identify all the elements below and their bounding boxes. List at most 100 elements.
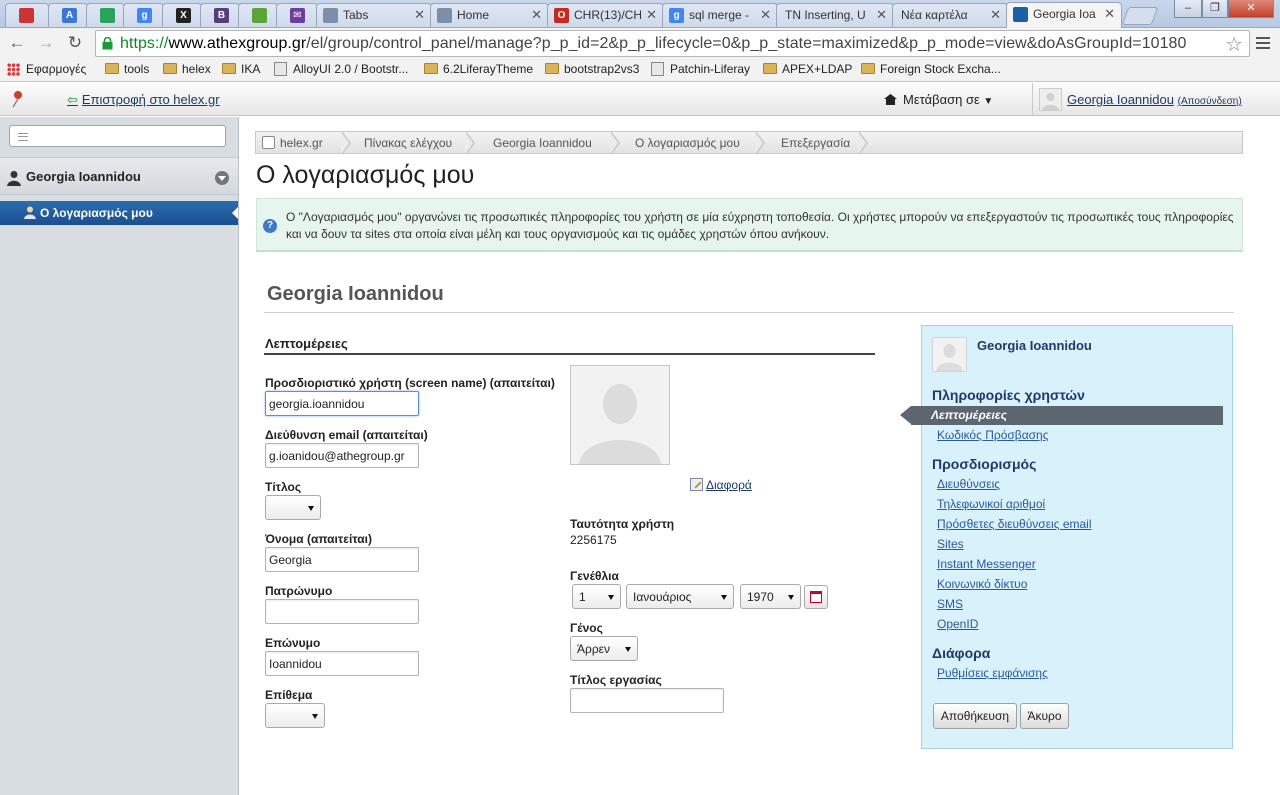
nav-search-input[interactable] [9,125,226,147]
identification-heading: Προσδιορισμός [932,456,1037,472]
divider [264,312,1234,313]
job-title-label: Τίτλος εργασίας [570,673,662,687]
browser-tab[interactable] [238,3,278,27]
minimize-icon[interactable]: – [1174,0,1202,18]
select-value: 1970 [747,590,774,604]
bookmark-item[interactable]: AlloyUI 2.0 / Bootstr... [274,62,408,76]
dockbar-divider [1032,83,1033,116]
bookmark-item[interactable]: Foreign Stock Excha... [861,62,1001,76]
nav-item-my-account[interactable]: Ο λογαριασμός μου [0,201,238,225]
browser-menu-icon[interactable] [1256,37,1270,49]
site-selector[interactable]: Georgia Ioannidou [0,157,238,195]
calendar-button[interactable] [804,585,828,609]
middle-name-field[interactable] [265,599,419,624]
caret-down-icon: ▼ [983,96,994,107]
gender-select[interactable]: Άρρεν [570,636,638,661]
folder-icon [424,63,438,74]
breadcrumb-item[interactable]: Georgia Ioannidou [493,136,592,150]
panel-link-addresses[interactable]: Διευθύνσεις [937,477,1000,491]
address-bar[interactable]: https://www.athexgroup.gr/el/group/contr… [95,30,1250,57]
browser-tab[interactable]: TN Inserting, U ✕ [776,3,894,27]
panel-link-details-active[interactable]: Λεπτομέρειες [911,406,1223,425]
bookmark-item[interactable]: tools [105,62,149,76]
back-to-site-link[interactable]: ⇦ Επιστροφή στο helex.gr [67,92,220,108]
browser-tab[interactable] [86,3,125,27]
panel-link-display-settings[interactable]: Ρυθμίσεις εμφάνισης [937,666,1048,680]
bookmark-item[interactable]: helex [163,62,211,76]
panel-link-password[interactable]: Κωδικός Πρόσβασης [937,428,1049,442]
user-portrait [570,365,670,465]
breadcrumb-item[interactable]: helex.gr [280,136,323,150]
panel-link-openid[interactable]: OpenID [937,617,978,631]
restore-icon[interactable]: ❐ [1202,0,1228,18]
change-portrait-link[interactable]: Διαφορά [690,478,752,492]
bookmark-label: tools [124,62,150,76]
save-button[interactable]: Αποθήκευση [933,703,1017,729]
browser-tab[interactable]: A [48,3,88,27]
title-select[interactable] [265,495,321,520]
panel-link-sites[interactable]: Sites [937,537,964,551]
sign-out-link[interactable]: (Αποσύνδεση) [1178,96,1242,107]
close-window-icon[interactable]: ✕ [1228,0,1274,18]
breadcrumb-item[interactable]: Ο λογαριασμός μου [635,136,740,150]
folder-icon [861,63,875,74]
user-avatar[interactable] [1039,88,1062,111]
forward-arrow-icon[interactable]: → [37,34,55,52]
browser-tab[interactable]: Georgia Ioa ✕ [1006,2,1122,28]
cancel-button[interactable]: Άκυρο [1020,703,1069,729]
last-name-field[interactable] [265,651,419,676]
browser-tab[interactable]: Νέα καρτέλα ✕ [892,3,1008,27]
user-menu[interactable]: Georgia Ioannidou (Αποσύνδεση) [1067,92,1242,107]
screen-name-field[interactable] [265,391,419,416]
tab-favicon-icon: g [137,8,152,23]
browser-tab[interactable]: g sql merge - ✕ [662,3,778,27]
close-tab-icon[interactable]: ✕ [876,7,887,23]
job-title-field[interactable] [570,688,724,713]
chevron-down-icon[interactable] [215,171,229,185]
go-to-menu[interactable]: Μετάβαση σε ▼ [884,92,993,107]
email-field[interactable] [265,443,419,468]
tab-title: TN Inserting, U [785,8,866,22]
birthday-year-select[interactable]: 1970 [740,584,801,609]
new-tab-button[interactable] [1121,7,1159,25]
panel-link-sms[interactable]: SMS [937,597,963,611]
suffix-select[interactable] [265,703,325,728]
close-tab-icon[interactable]: ✕ [1104,6,1115,22]
close-tab-icon[interactable]: ✕ [414,7,425,23]
bookmark-item[interactable]: bootstrap2vs3 [545,62,639,76]
panel-link-social-network[interactable]: Κοινωνικό δίκτυο [937,577,1027,591]
bookmark-item[interactable]: APEX+LDAP [763,62,852,76]
breadcrumb-item[interactable]: Πίνακας ελέγχου [364,136,452,150]
bookmark-item[interactable]: Patchin-Liferay [651,62,750,76]
panel-link-phone-numbers[interactable]: Τηλεφωνικοί αριθμοί [937,497,1045,511]
browser-tab[interactable]: B [200,3,240,27]
bookmark-item[interactable]: Εφαρμογές [7,62,86,76]
browser-tab[interactable]: Home ✕ [430,3,549,27]
bookmark-item[interactable]: 6.2LiferayTheme [424,62,533,76]
bookmark-item[interactable]: IKA [222,62,260,76]
browser-tab[interactable]: X [162,3,202,27]
close-tab-icon[interactable]: ✕ [760,7,771,23]
browser-tab[interactable] [5,3,49,27]
browser-tab[interactable]: ✉ [276,3,318,27]
back-arrow-icon[interactable]: ← [8,34,26,52]
middle-name-label: Πατρώνυμο [265,584,333,598]
browser-tab[interactable]: O CHR(13)/CH ✕ [547,3,664,27]
pin-icon[interactable] [10,90,24,108]
user-info-panel: Georgia Ioannidou Πληροφορίες χρηστών Λε… [911,325,1233,749]
first-name-field[interactable] [265,547,419,572]
browser-tab[interactable]: Tabs ✕ [316,3,432,27]
user-id-label: Ταυτότητα χρήστη [570,517,675,531]
bookmark-star-icon[interactable]: ☆ [1225,32,1243,57]
panel-link-instant-messenger[interactable]: Instant Messenger [937,557,1036,571]
tab-title: Georgia Ioa [1033,7,1096,21]
close-tab-icon[interactable]: ✕ [531,7,542,23]
birthday-month-select[interactable]: Ιανουάριος [626,584,734,609]
birthday-day-select[interactable]: 1 [572,584,621,609]
close-tab-icon[interactable]: ✕ [646,7,657,23]
panel-link-additional-emails[interactable]: Πρόσθετες διευθύνσεις email [937,517,1092,531]
browser-tab[interactable]: g [123,3,164,27]
close-tab-icon[interactable]: ✕ [990,7,1001,23]
select-value: 1 [579,590,586,604]
reload-icon[interactable]: ↻ [66,34,84,52]
